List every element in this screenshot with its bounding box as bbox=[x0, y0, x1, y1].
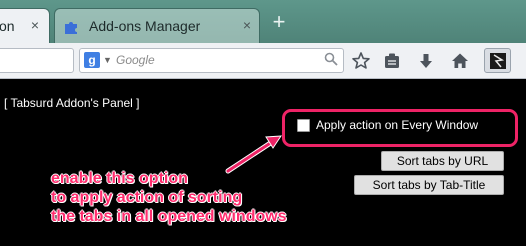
search-icon[interactable] bbox=[324, 52, 338, 66]
home-icon[interactable] bbox=[450, 51, 470, 71]
tab-close-icon[interactable]: × bbox=[31, 17, 39, 33]
annotation-line: the tabs in all opened windows bbox=[51, 208, 287, 225]
annotation-line: enable this option bbox=[51, 170, 188, 187]
tab-current[interactable]: on × bbox=[0, 8, 50, 43]
tabsurd-icon bbox=[490, 53, 506, 69]
puzzle-icon bbox=[65, 22, 77, 34]
new-tab-button[interactable]: + bbox=[270, 11, 288, 33]
tab-strip: on × Add-ons Manager × + bbox=[0, 0, 526, 43]
annotation-line: to apply action of sorting bbox=[51, 189, 243, 206]
tab-label: Add-ons Manager bbox=[89, 18, 201, 34]
tabsurd-addon-button[interactable] bbox=[484, 48, 511, 73]
nav-toolbar: g ▼ bbox=[0, 43, 526, 79]
download-icon[interactable] bbox=[416, 51, 436, 71]
chevron-down-icon[interactable]: ▼ bbox=[103, 51, 112, 69]
reading-list-icon[interactable] bbox=[382, 51, 402, 71]
bookmark-star-icon[interactable] bbox=[351, 51, 371, 71]
tabsurd-panel: [ Tabsurd Addon's Panel ] Apply action o… bbox=[0, 79, 526, 246]
tab-addons-manager[interactable]: Add-ons Manager × bbox=[54, 8, 260, 43]
search-box[interactable]: g ▼ bbox=[79, 48, 344, 73]
tab-label: on bbox=[0, 18, 15, 34]
annotation-text: enable this option to apply action of so… bbox=[51, 169, 287, 226]
tab-close-icon[interactable]: × bbox=[243, 17, 251, 33]
google-engine-icon[interactable]: g bbox=[84, 52, 100, 68]
url-bar[interactable] bbox=[0, 48, 74, 73]
search-input[interactable] bbox=[116, 52, 326, 68]
